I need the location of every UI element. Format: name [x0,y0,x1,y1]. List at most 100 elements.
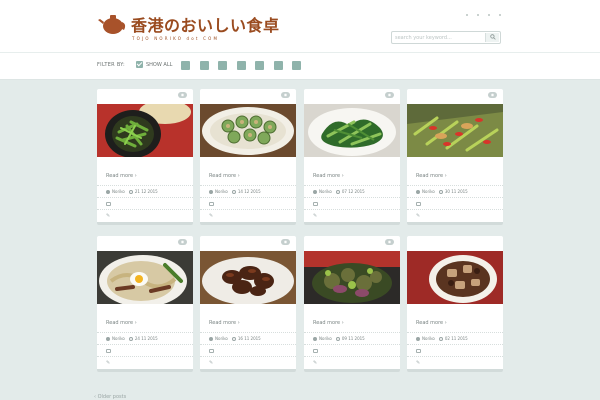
site-subtitle: TOJO NORIKO dot COM [132,36,220,41]
filter-label: FILTER BY: [97,62,125,68]
food-photo-image [407,104,503,157]
like-icon[interactable] [416,349,421,353]
social-dot-icon[interactable] [466,14,468,16]
read-more-link[interactable]: Read more › [416,173,447,179]
post-thumbnail[interactable] [200,104,296,157]
category-filter[interactable] [255,61,264,70]
post-tags: ✎ [407,356,503,368]
checkbox-icon [136,61,143,68]
post-meta: Noriko 16 11 2015 [200,332,296,344]
post-likes [407,344,503,356]
post-date: 07 12 2015 [341,189,365,194]
food-photo-image [304,104,400,157]
post-likes [200,344,296,356]
like-icon[interactable] [106,202,111,206]
category-icon: ◉ [281,92,290,98]
post-meta: Noriko 02 11 2015 [407,332,503,344]
read-more-link[interactable]: Read more › [106,320,137,326]
food-photo-image [407,251,503,304]
user-icon [209,336,213,341]
like-icon[interactable] [416,202,421,206]
post-date: 16 11 2015 [237,336,261,341]
category-filter[interactable] [181,61,190,70]
post-author[interactable]: Noriko [422,336,435,341]
post-author[interactable]: Noriko [112,336,125,341]
user-icon [209,189,213,194]
social-dot-icon[interactable] [488,14,490,16]
clock-icon [335,189,340,194]
post-author[interactable]: Noriko [319,189,332,194]
post-date: 09 11 2015 [341,336,365,341]
post-meta: Noriko 30 11 2015 [407,185,503,197]
post-thumbnail[interactable] [97,104,193,157]
user-icon [416,189,420,194]
like-icon[interactable] [313,202,318,206]
post-thumbnail[interactable] [407,104,503,157]
post-thumbnail[interactable] [200,251,296,304]
category-filter[interactable] [274,61,283,70]
social-dot-icon[interactable] [477,14,479,16]
category-filter[interactable] [237,61,246,70]
category-icon: ◉ [385,239,394,245]
read-more-link[interactable]: Read more › [209,320,240,326]
like-icon[interactable] [106,349,111,353]
post-card[interactable]: Read more › Noriko 02 11 2015 ✎ [407,236,503,372]
read-more-link[interactable]: Read more › [313,173,344,179]
post-card[interactable]: ◉ Read more › Noriko 21 12 2015 ✎ [97,89,193,225]
like-icon[interactable] [209,349,214,353]
post-thumbnail[interactable] [304,251,400,304]
post-likes [97,344,193,356]
food-photo-image [97,104,193,157]
post-author[interactable]: Noriko [422,189,435,194]
filter-bar: FILTER BY: SHOW ALL [0,53,600,80]
post-card[interactable]: ◉ Read more › Noriko 16 11 2015 ✎ [200,236,296,372]
food-photo-image [304,251,400,304]
search-button[interactable] [485,33,499,42]
post-meta: Noriko 24 11 2015 [97,332,193,344]
user-icon [106,336,110,341]
category-filter[interactable] [200,61,209,70]
tag-icon: ✎ [416,360,421,366]
read-more-link[interactable]: Read more › [209,173,240,179]
post-card[interactable]: ◉ Read more › Noriko 09 11 2015 ✎ [304,236,400,372]
post-date: 14 12 2015 [237,189,261,194]
post-author[interactable]: Noriko [215,336,228,341]
show-all-filter[interactable]: SHOW ALL [136,61,172,68]
like-icon[interactable] [313,349,318,353]
post-thumbnail[interactable] [304,104,400,157]
food-photo-image [200,104,296,157]
post-card[interactable]: ◉ Read more › Noriko 14 12 2015 ✎ [200,89,296,225]
post-card[interactable]: ◉ Read more › Noriko 30 11 2015 ✎ [407,89,503,225]
post-author[interactable]: Noriko [112,189,125,194]
post-author[interactable]: Noriko [319,336,332,341]
post-card[interactable]: ◉ Read more › Noriko 07 12 2015 ✎ [304,89,400,225]
post-author[interactable]: Noriko [215,189,228,194]
category-filter[interactable] [292,61,301,70]
site-title: 香港のおいしい食卓 [131,16,280,35]
category-icon: ◉ [178,92,187,98]
read-more-link[interactable]: Read more › [106,173,137,179]
search-box [391,31,501,44]
post-thumbnail[interactable] [407,251,503,304]
tag-icon: ✎ [209,213,214,219]
tag-icon: ✎ [106,360,111,366]
clock-icon [335,336,340,341]
search-input[interactable] [395,33,483,43]
clock-icon [438,189,443,194]
post-tags: ✎ [304,356,400,368]
tag-icon: ✎ [209,360,214,366]
like-icon[interactable] [209,202,214,206]
read-more-link[interactable]: Read more › [416,320,447,326]
post-card[interactable]: ◉ Read more › Noriko 24 11 2015 ✎ [97,236,193,372]
social-dot-icon[interactable] [499,14,501,16]
read-more-link[interactable]: Read more › [313,320,344,326]
tag-icon: ✎ [313,213,318,219]
clock-icon [231,189,236,194]
category-filter[interactable] [218,61,227,70]
user-icon [313,189,317,194]
category-icon: ◉ [281,239,290,245]
older-posts-link[interactable]: ‹ Older posts [94,394,126,400]
post-thumbnail[interactable] [97,251,193,304]
site-logo[interactable]: 香港のおいしい食卓 [98,11,280,37]
post-meta: Noriko 07 12 2015 [304,185,400,197]
